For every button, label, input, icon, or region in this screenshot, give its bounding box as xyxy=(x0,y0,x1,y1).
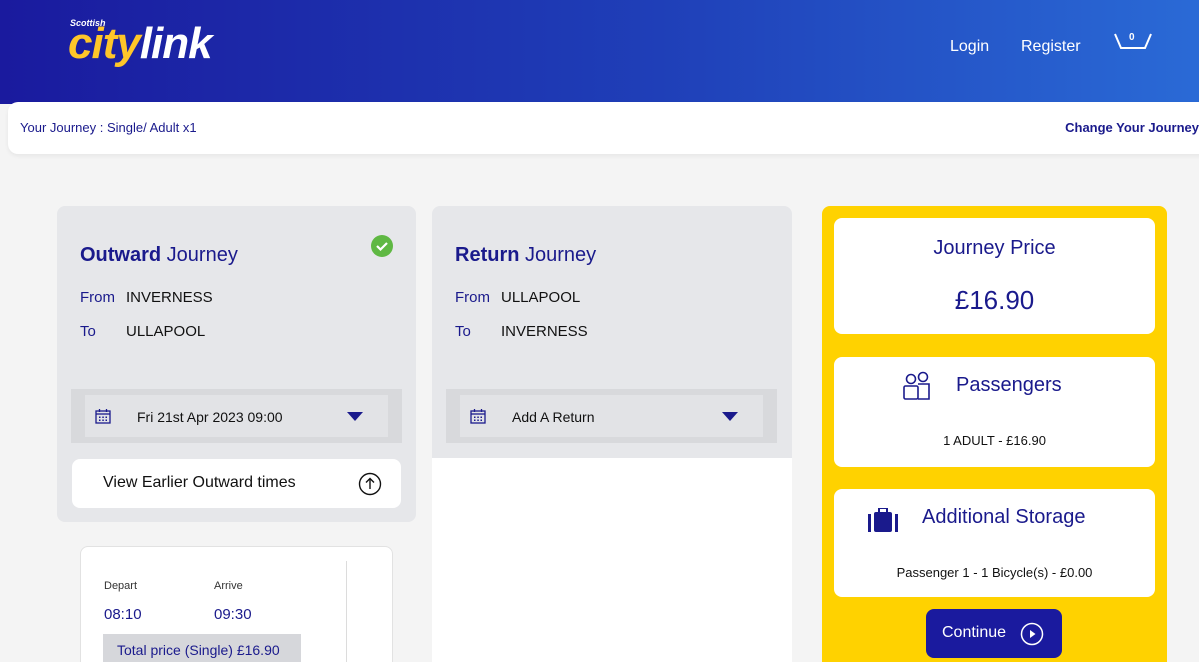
outward-date-bar: Fri 21st Apr 2023 09:00 xyxy=(71,389,402,443)
return-results-area xyxy=(432,458,792,662)
return-title-rest: Journey xyxy=(519,244,597,266)
journey-summary-bar: Your Journey : Single/ Adult x1 Change Y… xyxy=(8,102,1199,154)
logo-link: link xyxy=(139,19,213,68)
play-circle-icon xyxy=(1020,622,1044,646)
view-earlier-times-button[interactable]: View Earlier Outward times xyxy=(72,459,401,508)
register-link[interactable]: Register xyxy=(1021,38,1081,56)
return-to-value: INVERNESS xyxy=(501,323,588,340)
basket-count: 0 xyxy=(1129,32,1135,43)
journey-summary-text: Your Journey : Single/ Adult x1 xyxy=(20,120,197,135)
view-earlier-times-label: View Earlier Outward times xyxy=(103,474,296,491)
outward-to-value: ULLAPOOL xyxy=(126,323,206,340)
basket-button[interactable]: 0 xyxy=(1113,28,1153,58)
additional-storage-detail: Passenger 1 - 1 Bicycle(s) - £0.00 xyxy=(896,565,1093,580)
additional-storage-heading: Additional Storage xyxy=(922,506,1086,528)
citylink-logo[interactable]: Scottish citylink xyxy=(68,14,238,76)
arrow-up-circle-icon xyxy=(358,472,382,496)
journey-price-value: £16.90 xyxy=(954,285,1035,315)
add-return-select[interactable]: Add A Return xyxy=(460,395,763,437)
passengers-heading: Passengers xyxy=(956,374,1062,396)
journey-price-heading: Journey Price xyxy=(933,237,1056,259)
return-date-bar: Add A Return xyxy=(446,389,777,443)
site-header: Scottish citylink Login Register 0 xyxy=(0,0,1199,104)
depart-time: 08:10 xyxy=(104,606,142,623)
passengers-card[interactable]: Passengers 1 ADULT - £16.90 xyxy=(834,357,1155,467)
passengers-icon xyxy=(903,371,930,400)
return-journey-panel: Return Journey From ULLAPOOL To INVERNES… xyxy=(432,206,792,458)
outward-date-value: Fri 21st Apr 2023 09:00 xyxy=(137,409,283,425)
total-price-badge: Total price (Single) £16.90 xyxy=(103,634,301,662)
login-link[interactable]: Login xyxy=(950,38,989,56)
journey-price-card: Journey Price £16.90 xyxy=(834,218,1155,334)
outward-trip-card[interactable]: Depart Arrive 08:10 09:30 Total price (S… xyxy=(80,546,393,662)
check-circle-icon xyxy=(371,235,393,257)
depart-label: Depart xyxy=(104,580,138,592)
return-from-value: ULLAPOOL xyxy=(501,289,581,306)
continue-label: Continue xyxy=(942,624,1007,641)
outward-title-rest: Journey xyxy=(161,244,238,266)
return-title-bold: Return xyxy=(455,244,520,266)
change-journey-link[interactable]: Change Your Journey xyxy=(1065,120,1199,135)
arrive-label: Arrive xyxy=(214,580,243,592)
additional-storage-card[interactable]: Additional Storage Passenger 1 - 1 Bicyc… xyxy=(834,489,1155,597)
outward-title: Outward Journey xyxy=(80,244,238,267)
return-title: Return Journey xyxy=(455,244,596,267)
calendar-icon xyxy=(95,409,111,424)
caret-down-icon xyxy=(347,412,363,421)
outward-date-select[interactable]: Fri 21st Apr 2023 09:00 xyxy=(85,395,388,437)
passengers-detail: 1 ADULT - £16.90 xyxy=(943,433,1046,448)
caret-down-icon xyxy=(722,412,738,421)
add-return-label: Add A Return xyxy=(512,409,595,425)
outward-title-bold: Outward xyxy=(80,244,162,266)
logo-wordmark: citylink xyxy=(68,19,213,68)
price-summary-sidebar: Journey Price £16.90 Passengers 1 ADULT … xyxy=(822,206,1167,662)
arrive-time: 09:30 xyxy=(214,606,252,623)
trip-card-divider xyxy=(346,561,347,662)
outward-from-value: INVERNESS xyxy=(126,289,213,306)
return-to-label: To xyxy=(455,323,471,340)
calendar-icon xyxy=(470,409,486,424)
outward-from-label: From xyxy=(80,289,115,306)
continue-button[interactable]: Continue xyxy=(926,609,1062,658)
outward-to-label: To xyxy=(80,323,96,340)
return-from-label: From xyxy=(455,289,490,306)
logo-city: city xyxy=(68,19,141,68)
luggage-icon xyxy=(868,508,898,532)
